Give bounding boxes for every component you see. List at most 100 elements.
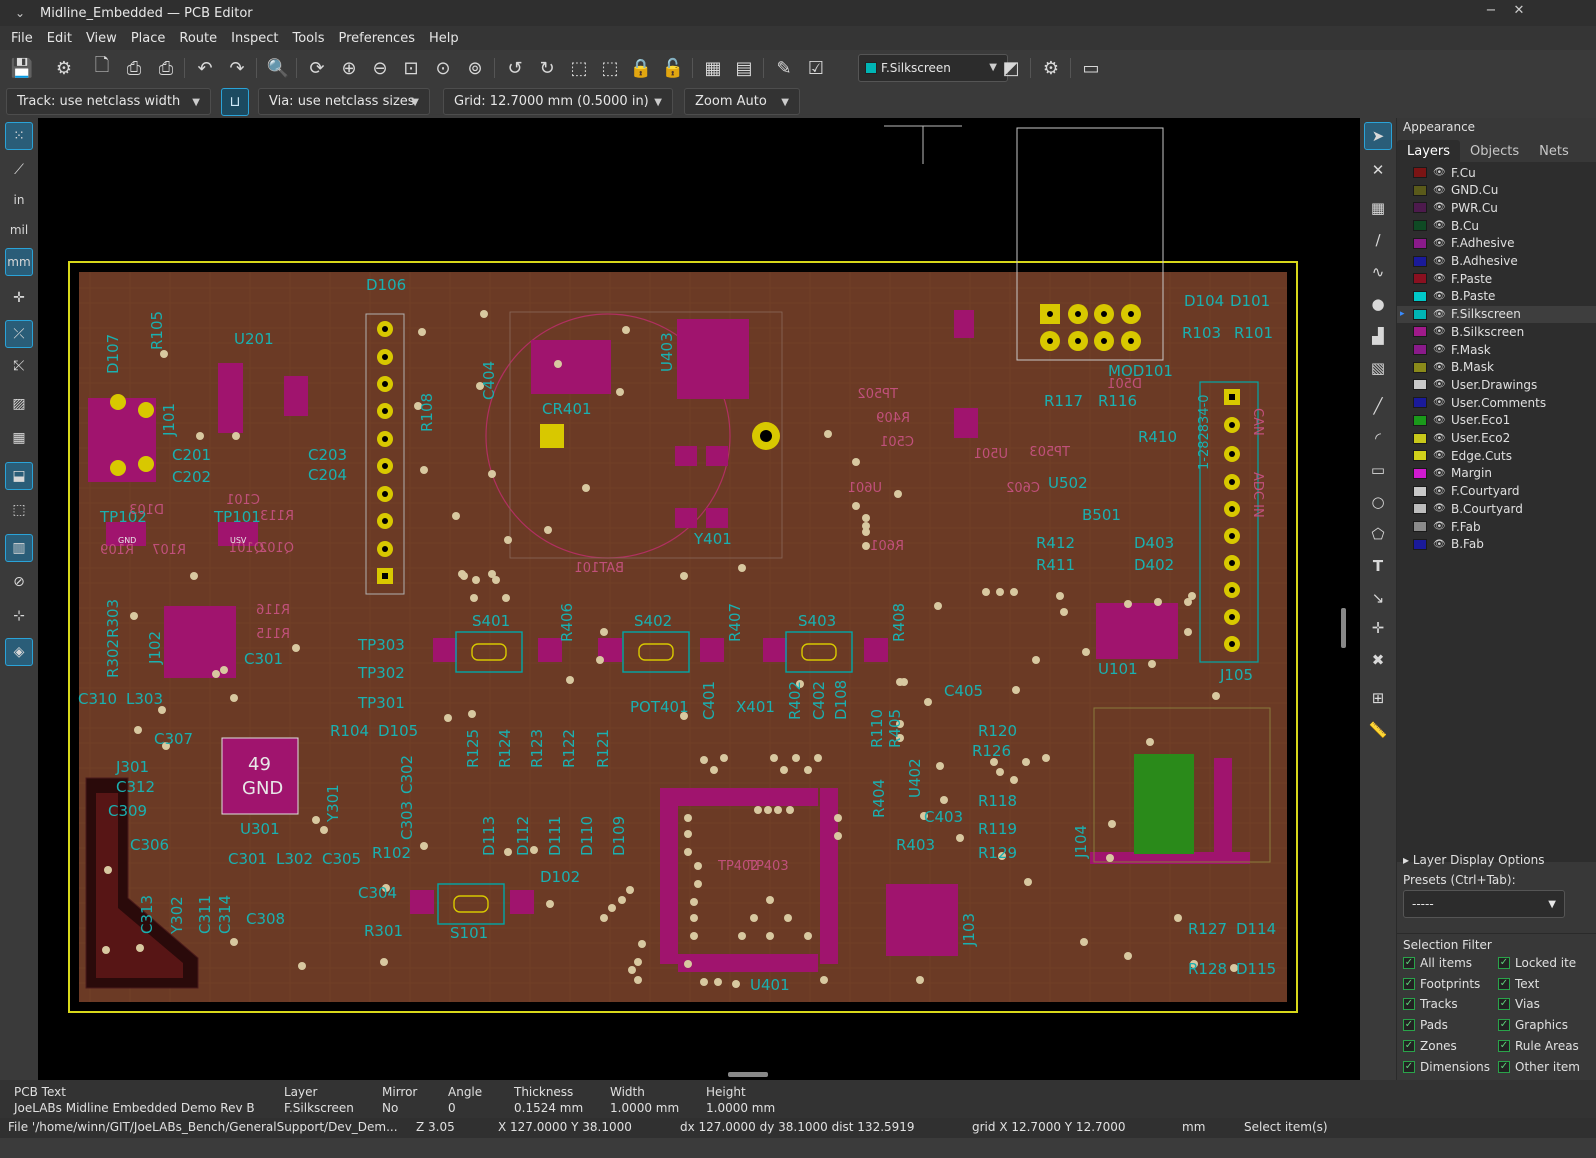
checkbox-checked-icon[interactable]: ✓ [1403, 998, 1415, 1011]
redo-icon[interactable]: ↷ [223, 54, 251, 82]
zoom-in-icon[interactable]: ⊕ [335, 54, 363, 82]
layer-color-swatch[interactable] [1413, 308, 1427, 320]
layer-row[interactable]: 👁 User.Eco1 [1397, 412, 1596, 429]
layer-row[interactable]: 👁 F.Cu [1397, 164, 1596, 181]
selection-filter-item[interactable]: ✓ Tracks [1403, 997, 1495, 1011]
layer-row[interactable]: 👁 F.Courtyard [1397, 483, 1596, 500]
layer-row[interactable]: 👁 B.Silkscreen [1397, 323, 1596, 340]
cursor-shape-icon[interactable]: ✛ [5, 284, 33, 312]
layer-color-swatch[interactable] [1413, 521, 1427, 532]
layer-color-swatch[interactable] [1413, 202, 1427, 214]
eye-icon[interactable]: 👁 [1433, 238, 1447, 249]
pcb-canvas[interactable]: D106 D107 R105 U201 J101 C201 C202 C203 … [38, 118, 1360, 1080]
layer-row[interactable]: 👁 F.Paste [1397, 270, 1596, 287]
layer-row[interactable]: 👁 Edge.Cuts [1397, 447, 1596, 464]
menu-inspect[interactable]: Inspect [224, 31, 285, 46]
tab-nets[interactable]: Nets [1529, 140, 1579, 164]
layer-row[interactable]: 👁 Margin [1397, 465, 1596, 482]
menu-place[interactable]: Place [124, 31, 173, 46]
via-size-select[interactable]: Via: use netclass sizes ▼ [258, 88, 430, 115]
layer-color-swatch[interactable] [1413, 538, 1427, 550]
route-track-icon[interactable]: ∕ [1364, 226, 1392, 254]
selection-filter-item[interactable]: ✓ Pads [1403, 1018, 1495, 1032]
eye-icon[interactable]: 👁 [1433, 468, 1447, 479]
window-menu-icon[interactable]: ⌄ [0, 6, 40, 20]
selection-filter-item[interactable]: ✓ Rule Areas [1498, 1039, 1594, 1053]
layer-row[interactable]: 👁 B.Cu [1397, 217, 1596, 234]
layer-color-swatch[interactable] [1413, 379, 1427, 391]
zoom-fit-icon[interactable]: ⊡ [397, 54, 425, 82]
layer-color-swatch[interactable] [1413, 361, 1427, 373]
rotate-cw-icon[interactable]: ↻ [533, 54, 561, 82]
selection-filter-item[interactable]: ✓ Footprints [1403, 977, 1495, 991]
layer-color-swatch[interactable] [1413, 167, 1427, 178]
layer-row[interactable]: 👁 F.Adhesive [1397, 235, 1596, 252]
layer-row[interactable]: 👁 F.Mask [1397, 341, 1596, 358]
selection-filter-item[interactable]: ✓ Graphics [1498, 1018, 1594, 1032]
layer-row[interactable]: 👁 F.Fab [1397, 518, 1596, 535]
eye-icon[interactable]: 👁 [1433, 415, 1447, 426]
layer-color-swatch[interactable] [1413, 220, 1427, 232]
layer-row[interactable]: 👁 B.Paste [1397, 288, 1596, 305]
board-setup-icon[interactable]: ⚙ [50, 54, 78, 82]
tab-objects[interactable]: Objects [1460, 140, 1529, 164]
eye-icon[interactable]: 👁 [1433, 379, 1447, 390]
layer-row[interactable]: 👁 User.Drawings [1397, 376, 1596, 393]
eye-icon[interactable]: 👁 [1433, 256, 1447, 267]
layer-color-swatch[interactable] [1413, 184, 1427, 196]
track-width-select[interactable]: Track: use netclass width ▼ [6, 88, 211, 115]
layer-row[interactable]: 👁 B.Courtyard [1397, 500, 1596, 517]
eye-icon[interactable]: 👁 [1433, 397, 1447, 408]
horizontal-scrollbar[interactable] [728, 1072, 768, 1077]
lock-icon[interactable]: 🔒 [627, 54, 655, 82]
layer-color-swatch[interactable] [1413, 503, 1427, 515]
drc-icon[interactable]: ☑ [802, 54, 830, 82]
layer-row[interactable]: 👁 B.Mask [1397, 359, 1596, 376]
group-icon[interactable]: ⬚ [565, 54, 593, 82]
layer-color-swatch[interactable] [1413, 326, 1427, 338]
checkbox-checked-icon[interactable]: ✓ [1403, 957, 1415, 969]
checkbox-checked-icon[interactable]: ✓ [1498, 1060, 1510, 1073]
eye-icon[interactable]: 👁 [1433, 450, 1447, 461]
checkbox-checked-icon[interactable]: ✓ [1403, 1019, 1415, 1032]
zoom-out-icon[interactable]: ⊖ [366, 54, 394, 82]
selection-filter-item[interactable]: ✓ Dimensions [1403, 1060, 1495, 1074]
checkbox-checked-icon[interactable]: ✓ [1498, 998, 1510, 1011]
selection-filter-item[interactable]: ✓ Other item [1498, 1060, 1594, 1074]
presets-select[interactable]: ----- ▼ [1403, 890, 1565, 918]
pcb-board-svg[interactable]: D106 D107 R105 U201 J101 C201 C202 C203 … [38, 118, 1360, 1080]
minimize-button[interactable]: − [1480, 3, 1502, 23]
footprint-library-icon[interactable]: ▤ [730, 54, 758, 82]
eye-icon[interactable]: 👁 [1433, 202, 1447, 213]
eye-icon[interactable]: 👁 [1433, 309, 1447, 320]
layer-row[interactable]: 👁 User.Eco2 [1397, 430, 1596, 447]
curved-ratsnest-icon[interactable]: ⤪ [5, 352, 33, 380]
selection-filter-item[interactable]: ✓ Vias [1498, 997, 1594, 1011]
close-button[interactable]: ✕ [1508, 3, 1530, 23]
layer-row[interactable]: ▸ 👁 F.Silkscreen [1397, 305, 1596, 323]
grid-origin-icon[interactable]: ⊞ [1364, 684, 1392, 712]
eye-icon[interactable]: 👁 [1433, 344, 1447, 355]
add-dimension-icon[interactable]: ↘ [1364, 584, 1392, 612]
eye-icon[interactable]: 👁 [1433, 185, 1447, 196]
layer-display-options-toggle[interactable]: ▸ Layer Display Options [1403, 853, 1544, 867]
zoom-selection-icon[interactable]: ⊚ [461, 54, 489, 82]
eye-icon[interactable]: 👁 [1433, 521, 1447, 532]
add-text-icon[interactable]: T [1364, 552, 1392, 580]
layer-select[interactable]: F.Silkscreen ▼ [858, 54, 1008, 82]
via-outline-icon[interactable]: ⬚ [5, 496, 33, 524]
zoom-objects-icon[interactable]: ⊙ [429, 54, 457, 82]
layer-color-swatch[interactable] [1413, 237, 1427, 249]
show-pad-numbers-icon[interactable]: ⊹ [5, 602, 33, 630]
eye-icon[interactable]: 👁 [1433, 326, 1447, 337]
layer-color-swatch[interactable] [1413, 485, 1427, 497]
checkbox-checked-icon[interactable]: ✓ [1498, 957, 1510, 969]
checkbox-checked-icon[interactable]: ✓ [1498, 977, 1510, 990]
layer-row[interactable]: 👁 B.Adhesive [1397, 253, 1596, 270]
track-outline-icon[interactable]: ⬓ [5, 462, 33, 490]
layer-color-swatch[interactable] [1413, 344, 1427, 355]
polar-coords-icon[interactable]: ⟋ [5, 156, 33, 184]
eye-icon[interactable]: 👁 [1433, 220, 1447, 231]
layer-row[interactable]: 👁 GND.Cu [1397, 182, 1596, 199]
draw-polygon-icon[interactable]: ⬠ [1364, 520, 1392, 548]
